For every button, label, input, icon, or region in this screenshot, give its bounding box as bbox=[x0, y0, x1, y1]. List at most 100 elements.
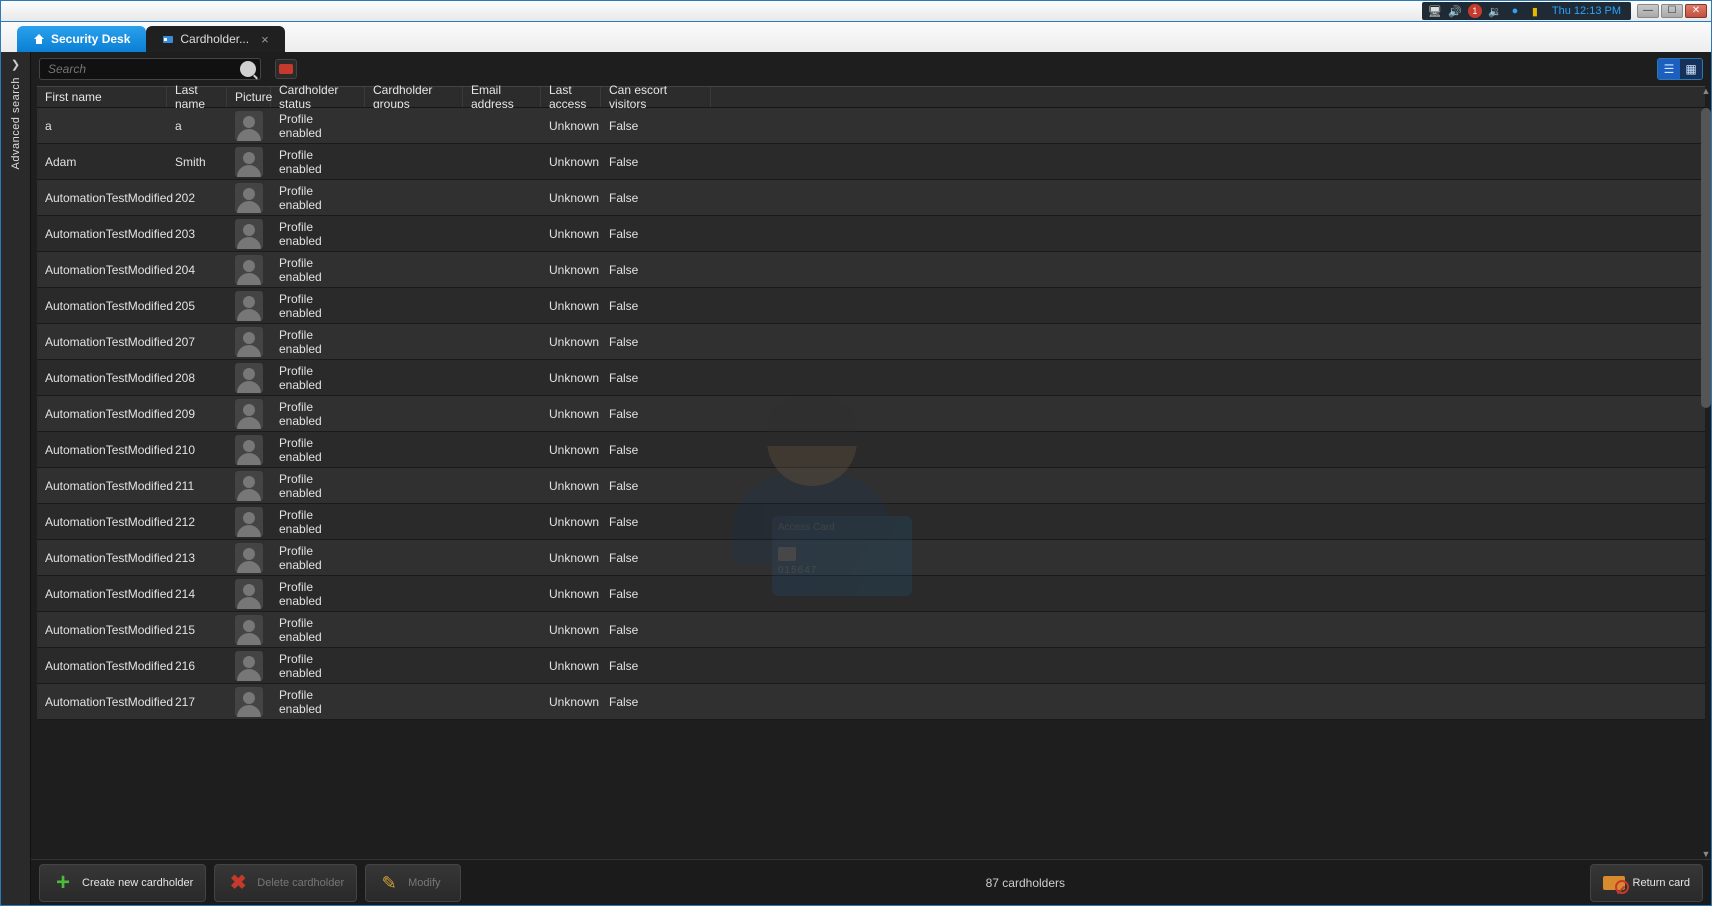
col-groups[interactable]: Cardholder groups bbox=[365, 87, 463, 107]
col-first-name[interactable]: First name bbox=[37, 87, 167, 107]
table-row[interactable]: AutomationTestModified213Profile enabled… bbox=[37, 540, 1705, 576]
table-row[interactable]: AutomationTestModified207Profile enabled… bbox=[37, 324, 1705, 360]
system-tray: 🖥 🔊 1 🔉 ● ▮ Thu 12:13 PM bbox=[1422, 2, 1631, 20]
cell-first-name: a bbox=[37, 119, 167, 133]
cell-status: Profile enabled bbox=[271, 688, 365, 716]
table-row[interactable]: AutomationTestModified214Profile enabled… bbox=[37, 576, 1705, 612]
search-box[interactable] bbox=[39, 58, 261, 80]
table-row[interactable]: AutomationTestModified217Profile enabled… bbox=[37, 684, 1705, 720]
create-cardholder-button[interactable]: + Create new cardholder bbox=[39, 864, 206, 902]
scroll-up-icon[interactable]: ▲ bbox=[1701, 86, 1711, 96]
cell-escort: False bbox=[601, 407, 711, 421]
return-card-button[interactable]: Return card bbox=[1590, 864, 1703, 902]
delete-icon: ✖ bbox=[227, 872, 249, 894]
cell-escort: False bbox=[601, 551, 711, 565]
scrollbar-thumb[interactable] bbox=[1701, 108, 1711, 408]
cell-status: Profile enabled bbox=[271, 508, 365, 536]
table-row[interactable]: AutomationTestModified210Profile enabled… bbox=[37, 432, 1705, 468]
table-row[interactable]: aaProfile enabledUnknownFalse bbox=[37, 108, 1705, 144]
col-escort[interactable]: Can escort visitors bbox=[601, 87, 711, 107]
tile-view-button[interactable]: ▦ bbox=[1680, 59, 1702, 79]
cell-status: Profile enabled bbox=[271, 544, 365, 572]
app-body: ❯ Advanced search ☰ ▦ bbox=[0, 52, 1712, 906]
table-row[interactable]: AutomationTestModified215Profile enabled… bbox=[37, 612, 1705, 648]
search-input[interactable] bbox=[48, 62, 240, 76]
cell-escort: False bbox=[601, 335, 711, 349]
return-card-icon bbox=[1603, 872, 1625, 894]
battery-icon[interactable]: ▮ bbox=[1528, 4, 1542, 18]
table-row[interactable]: AutomationTestModified203Profile enabled… bbox=[37, 216, 1705, 252]
modify-button[interactable]: ✎ Modify bbox=[365, 864, 461, 902]
credentials-button[interactable] bbox=[275, 59, 297, 79]
col-last-access[interactable]: Last access bbox=[541, 87, 601, 107]
tab-cardholders[interactable]: Cardholder... × bbox=[146, 26, 284, 52]
cell-escort: False bbox=[601, 659, 711, 673]
cell-last-name: 207 bbox=[167, 335, 227, 349]
table-row[interactable]: AutomationTestModified212 Profile enabled… bbox=[37, 504, 1705, 540]
speaker-icon[interactable]: 🔊 bbox=[1448, 4, 1462, 18]
table-row[interactable]: AdamSmithProfile enabledUnknownFalse bbox=[37, 144, 1705, 180]
grid-header: First name Last name Picture Cardholder … bbox=[37, 86, 1705, 108]
maximize-button[interactable]: ☐ bbox=[1661, 4, 1683, 18]
advanced-search-rail[interactable]: ❯ Advanced search bbox=[1, 52, 31, 905]
delete-cardholder-button[interactable]: ✖ Delete cardholder bbox=[214, 864, 357, 902]
cell-status: Profile enabled bbox=[271, 472, 365, 500]
cell-status: Profile enabled bbox=[271, 580, 365, 608]
cell-first-name: AutomationTestModified bbox=[37, 515, 167, 529]
cell-picture bbox=[227, 183, 271, 213]
table-row[interactable]: AutomationTestModified202Profile enabled… bbox=[37, 180, 1705, 216]
cell-last-name: 213 bbox=[167, 551, 227, 565]
search-icon[interactable] bbox=[240, 61, 256, 77]
cell-status: Profile enabled bbox=[271, 292, 365, 320]
volume-icon[interactable]: 🔉 bbox=[1488, 4, 1502, 18]
monitor-icon[interactable]: 🖥 bbox=[1428, 4, 1442, 18]
tab-close-icon[interactable]: × bbox=[261, 32, 269, 47]
tab-home[interactable]: Security Desk bbox=[17, 26, 146, 52]
avatar-icon bbox=[235, 291, 263, 321]
cell-last-name: 215 bbox=[167, 623, 227, 637]
minimize-button[interactable]: — bbox=[1637, 4, 1659, 18]
table-row[interactable]: AutomationTestModified209Profile enabled… bbox=[37, 396, 1705, 432]
cell-last-access: Unknown bbox=[541, 227, 601, 241]
cell-last-access: Unknown bbox=[541, 335, 601, 349]
cell-last-access: Unknown bbox=[541, 623, 601, 637]
cell-status: Profile enabled bbox=[271, 328, 365, 356]
cell-picture bbox=[227, 615, 271, 645]
cell-status: Profile enabled bbox=[271, 400, 365, 428]
cell-last-name: 212 bbox=[167, 515, 227, 529]
cell-last-name: 214 bbox=[167, 587, 227, 601]
alert-badge-icon[interactable]: 1 bbox=[1468, 4, 1482, 18]
table-row[interactable]: AutomationTestModified205Profile enabled… bbox=[37, 288, 1705, 324]
table-row[interactable]: AutomationTestModified216Profile enabled… bbox=[37, 648, 1705, 684]
cell-last-access: Unknown bbox=[541, 155, 601, 169]
cardholder-icon bbox=[162, 33, 174, 45]
col-email[interactable]: Email address bbox=[463, 87, 541, 107]
cell-status: Profile enabled bbox=[271, 364, 365, 392]
list-view-button[interactable]: ☰ bbox=[1658, 59, 1680, 79]
cell-escort: False bbox=[601, 695, 711, 709]
cell-last-access: Unknown bbox=[541, 443, 601, 457]
table-row[interactable]: AutomationTestModified204Profile enabled… bbox=[37, 252, 1705, 288]
cell-escort: False bbox=[601, 443, 711, 457]
table-row[interactable]: AutomationTestModified208Profile enabled… bbox=[37, 360, 1705, 396]
scroll-down-icon[interactable]: ▼ bbox=[1701, 849, 1711, 859]
col-status[interactable]: Cardholder status bbox=[271, 87, 365, 107]
view-toggle: ☰ ▦ bbox=[1657, 58, 1703, 80]
expand-chevron-icon[interactable]: ❯ bbox=[11, 58, 20, 71]
avatar-icon bbox=[235, 363, 263, 393]
col-picture[interactable]: Picture bbox=[227, 87, 271, 107]
tiles-icon: ▦ bbox=[1685, 62, 1696, 76]
cell-last-name: 216 bbox=[167, 659, 227, 673]
cell-status: Profile enabled bbox=[271, 436, 365, 464]
globe-icon[interactable]: ● bbox=[1508, 4, 1522, 18]
cell-first-name: AutomationTestModified bbox=[37, 443, 167, 457]
cell-escort: False bbox=[601, 119, 711, 133]
cell-last-name: 209 bbox=[167, 407, 227, 421]
list-icon: ☰ bbox=[1664, 62, 1675, 76]
cell-first-name: AutomationTestModified bbox=[37, 191, 167, 205]
cell-escort: False bbox=[601, 623, 711, 637]
col-last-name[interactable]: Last name bbox=[167, 87, 227, 107]
table-row[interactable]: AutomationTestModified211Profile enabled… bbox=[37, 468, 1705, 504]
close-button[interactable]: ✕ bbox=[1685, 4, 1707, 18]
cell-last-name: 204 bbox=[167, 263, 227, 277]
